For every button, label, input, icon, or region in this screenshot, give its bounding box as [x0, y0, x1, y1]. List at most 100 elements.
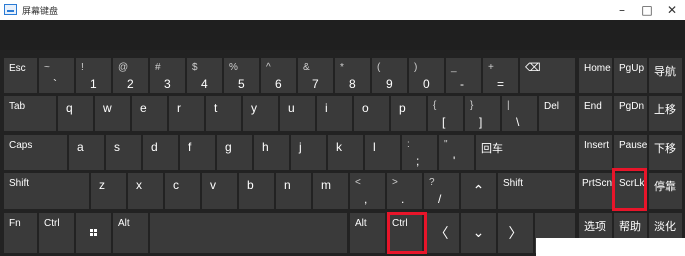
key-u-label: u — [288, 101, 295, 115]
key-i-label: i — [325, 101, 328, 115]
key-2[interactable]: @2 — [113, 58, 148, 93]
key-s[interactable]: s — [106, 135, 141, 170]
key-6-label: 6 — [275, 77, 282, 91]
key-l-label: l — [373, 140, 376, 154]
key-a[interactable]: a — [69, 135, 104, 170]
key-g[interactable]: g — [217, 135, 252, 170]
key-fn[interactable]: Fn — [4, 213, 37, 253]
key-2-shift: @ — [118, 62, 129, 73]
key-help-label: 帮助 — [619, 221, 641, 233]
key-i[interactable]: i — [317, 96, 352, 131]
keyboard-app-icon — [4, 4, 17, 15]
key-backtick[interactable]: ~ ` — [39, 58, 74, 93]
key-caps[interactable]: Caps — [4, 135, 67, 170]
key-x[interactable]: x — [128, 173, 163, 209]
key-8-shift: * — [340, 62, 344, 73]
key-comma[interactable]: <, — [350, 173, 385, 209]
key-up-arrow[interactable]: ⌃ — [461, 173, 496, 209]
key-tab-label: Tab — [9, 101, 26, 112]
key-1-shift: ! — [81, 62, 84, 73]
key-semicolon[interactable]: :; — [402, 135, 437, 170]
key-j-label: j — [299, 140, 302, 154]
key-dock[interactable]: 停靠 — [649, 173, 682, 209]
key-j[interactable]: j — [291, 135, 326, 170]
key-q[interactable]: q — [58, 96, 93, 131]
key-9[interactable]: (9 — [372, 58, 407, 93]
key-rbracket[interactable]: }] — [465, 96, 500, 131]
key-options-label: 选项 — [584, 221, 606, 233]
key-prtscn[interactable]: PrtScn — [579, 173, 612, 209]
key-insert[interactable]: Insert — [579, 135, 612, 170]
key-nav[interactable]: 导航 — [649, 58, 682, 93]
key-c[interactable]: c — [165, 173, 200, 209]
key-backslash[interactable]: | \ — [502, 96, 537, 131]
key-windows[interactable] — [76, 213, 111, 253]
key-3-label: 3 — [164, 77, 171, 91]
key-y[interactable]: y — [243, 96, 278, 131]
key-pgup[interactable]: PgUp — [614, 58, 647, 93]
key-o[interactable]: o — [354, 96, 389, 131]
key-quote[interactable]: " ' — [439, 135, 474, 170]
key-7-label: 7 — [312, 77, 319, 91]
key-d[interactable]: d — [143, 135, 178, 170]
key-end[interactable]: End — [579, 96, 612, 131]
key-m[interactable]: m — [313, 173, 348, 209]
maximize-button[interactable]: □ — [635, 0, 659, 20]
key-enter-label: 回车 — [481, 143, 503, 155]
key-move-up[interactable]: 上移 — [649, 96, 682, 131]
key-minus[interactable]: _ - — [446, 58, 481, 93]
close-button[interactable]: ✕ — [660, 0, 684, 20]
key-v[interactable]: v — [202, 173, 237, 209]
key-1[interactable]: ! 1 — [76, 58, 111, 93]
key-n[interactable]: n — [276, 173, 311, 209]
key-6[interactable]: ^ 6 — [261, 58, 296, 93]
key-left-arrow[interactable]: 〈 — [424, 213, 459, 253]
key-alt-right[interactable]: Alt — [350, 213, 385, 253]
key-right-arrow[interactable]: 〉 — [498, 213, 533, 253]
key-lbracket[interactable]: {[ — [428, 96, 463, 131]
key-slash[interactable]: ? / — [424, 173, 459, 209]
key-period[interactable]: >. — [387, 173, 422, 209]
key-enter[interactable]: 回车 — [476, 135, 575, 170]
minimize-button[interactable]: – — [610, 0, 634, 20]
key-down-arrow[interactable]: ⌄ — [461, 213, 496, 253]
key-b[interactable]: b — [239, 173, 274, 209]
key-k[interactable]: k — [328, 135, 363, 170]
key-9-label: 9 — [386, 77, 393, 91]
key-backspace[interactable]: ⌫ — [520, 58, 575, 93]
key-home[interactable]: Home — [579, 58, 612, 93]
key-equal[interactable]: + = — [483, 58, 518, 93]
key-pgdn[interactable]: PgDn — [614, 96, 647, 131]
key-rbracket-shift: } — [470, 100, 474, 111]
key-3-shift: # — [155, 62, 161, 73]
key-tab[interactable]: Tab — [4, 96, 56, 131]
key-shift-right[interactable]: Shift — [498, 173, 575, 209]
key-del[interactable]: Del — [539, 96, 575, 131]
key-0[interactable]: ) 0 — [409, 58, 444, 93]
key-comma-label: , — [364, 192, 368, 206]
key-ctrl-left[interactable]: Ctrl — [39, 213, 74, 253]
key-alt-left[interactable]: Alt — [113, 213, 148, 253]
key-h[interactable]: h — [254, 135, 289, 170]
key-t[interactable]: t — [206, 96, 241, 131]
key-space[interactable] — [150, 213, 347, 253]
key-move-down[interactable]: 下移 — [649, 135, 682, 170]
key-8[interactable]: * 8 — [335, 58, 370, 93]
key-e[interactable]: e — [132, 96, 167, 131]
key-7[interactable]: & 7 — [298, 58, 333, 93]
key-f[interactable]: f — [180, 135, 215, 170]
key-4[interactable]: $4 — [187, 58, 222, 93]
key-t-label: t — [214, 101, 218, 115]
key-z[interactable]: z — [91, 173, 126, 209]
key-pause[interactable]: Pause — [614, 135, 647, 170]
key-r[interactable]: r — [169, 96, 204, 131]
key-shift-left[interactable]: Shift — [4, 173, 89, 209]
key-p[interactable]: p — [391, 96, 426, 131]
key-semicolon-shift: : — [407, 139, 410, 150]
key-esc[interactable]: Esc — [4, 58, 37, 93]
key-l[interactable]: l — [365, 135, 400, 170]
key-w[interactable]: w — [95, 96, 130, 131]
key-u[interactable]: u — [280, 96, 315, 131]
key-5[interactable]: % 5 — [224, 58, 259, 93]
key-3[interactable]: #3 — [150, 58, 185, 93]
